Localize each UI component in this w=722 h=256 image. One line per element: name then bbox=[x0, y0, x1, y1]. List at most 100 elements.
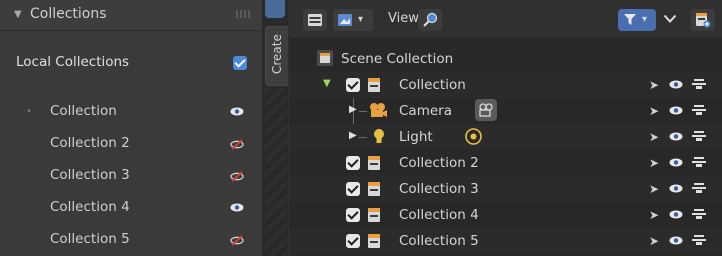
eye-icon bbox=[669, 80, 683, 89]
render-camera-icon bbox=[692, 105, 706, 115]
scene-collection-row[interactable]: Scene Collection bbox=[289, 46, 722, 72]
outliner-row-label: Collection 2 bbox=[399, 155, 479, 171]
filter-icon bbox=[624, 14, 636, 25]
outliner-row-collection[interactable]: Collection 5 ➤ bbox=[289, 228, 722, 254]
tab-active-indicator[interactable] bbox=[265, 0, 285, 18]
collection-icon bbox=[368, 156, 380, 170]
collection-item[interactable]: • Collection bbox=[0, 97, 262, 125]
collection-item[interactable]: Collection 3 bbox=[0, 161, 262, 189]
collection-icon bbox=[368, 182, 380, 196]
outliner-row-collection[interactable]: Collection 3 ➤ bbox=[289, 176, 722, 202]
tab-create[interactable]: Create bbox=[265, 26, 288, 86]
outliner-row-camera[interactable]: ▶ Camera ➤ bbox=[289, 98, 722, 124]
outliner-row-label: Collection 3 bbox=[399, 181, 479, 197]
eye-icon bbox=[669, 158, 683, 167]
scene-collection-label: Scene Collection bbox=[341, 51, 454, 67]
eye-icon bbox=[669, 210, 683, 219]
expand-arrow-icon[interactable]: ▼ bbox=[323, 78, 331, 89]
local-collections-checkbox[interactable] bbox=[233, 56, 247, 70]
local-collections-row: Local Collections bbox=[0, 46, 262, 78]
render-camera-icon bbox=[692, 183, 706, 193]
collection-item[interactable]: Collection 2 bbox=[0, 129, 262, 157]
expand-arrow-icon[interactable]: ▶ bbox=[349, 130, 357, 141]
render-camera-icon bbox=[692, 209, 706, 219]
select-arrow-icon[interactable]: ➤ bbox=[649, 234, 659, 248]
collection-item[interactable]: Collection 4 bbox=[0, 193, 262, 221]
render-camera-icon bbox=[692, 235, 706, 245]
exclude-checkbox[interactable] bbox=[346, 234, 360, 248]
chevron-down-icon: ▾ bbox=[358, 14, 364, 25]
eye-icon[interactable] bbox=[230, 107, 244, 116]
collection-icon bbox=[368, 208, 380, 222]
light-data-icon[interactable] bbox=[464, 127, 483, 146]
exclude-checkbox[interactable] bbox=[346, 208, 360, 222]
editor-type-button[interactable] bbox=[303, 9, 327, 31]
view-menu[interactable]: View bbox=[388, 11, 419, 26]
camera-object-icon bbox=[370, 103, 387, 117]
eye-hidden-icon[interactable] bbox=[230, 171, 244, 182]
render-camera-icon bbox=[692, 131, 706, 141]
eye-icon bbox=[669, 184, 683, 193]
outliner-row-label: Camera bbox=[399, 103, 452, 119]
collection-label: Collection 5 bbox=[50, 231, 130, 247]
chevron-down-icon[interactable] bbox=[663, 14, 677, 24]
outliner-row-label: Collection bbox=[399, 77, 466, 93]
collection-label: Collection 2 bbox=[50, 135, 130, 151]
select-arrow-icon[interactable]: ➤ bbox=[649, 104, 659, 118]
light-object-icon bbox=[374, 129, 384, 143]
camera-data-button[interactable] bbox=[475, 99, 497, 121]
collection-icon bbox=[368, 78, 380, 92]
panel-title: Collections bbox=[30, 6, 107, 22]
collections-panel: ▼ Collections Local Collections • Collec… bbox=[0, 0, 263, 256]
eye-icon bbox=[669, 106, 683, 115]
view-layer-icon bbox=[338, 14, 352, 26]
exclude-checkbox[interactable] bbox=[346, 182, 360, 196]
tree-line bbox=[359, 137, 367, 138]
eye-icon bbox=[669, 236, 683, 245]
outliner-row-collection[interactable]: Collection 4 ➤ bbox=[289, 202, 722, 228]
camera-data-icon bbox=[479, 103, 493, 117]
outliner: ▾ View ▾ Scene Collection ▼ Collection ➤… bbox=[289, 0, 722, 256]
outliner-row-collection[interactable]: Collection 2 ➤ bbox=[289, 150, 722, 176]
exclude-checkbox[interactable] bbox=[346, 156, 360, 170]
outliner-row-label: Light bbox=[399, 129, 433, 145]
chevron-down-icon: ▾ bbox=[642, 14, 648, 25]
collapse-triangle-icon[interactable]: ▼ bbox=[14, 9, 22, 20]
active-dot-icon: • bbox=[26, 106, 32, 117]
scene-collection-icon bbox=[317, 50, 333, 66]
outliner-toolbar: ▾ View ▾ bbox=[289, 0, 722, 39]
tab-create-label: Create bbox=[270, 34, 284, 74]
search-icon bbox=[423, 12, 438, 27]
filter-dropdown[interactable]: ▾ bbox=[618, 9, 656, 31]
render-camera-icon bbox=[692, 157, 706, 167]
select-arrow-icon[interactable]: ➤ bbox=[649, 130, 659, 144]
new-collection-button[interactable] bbox=[691, 9, 715, 31]
outliner-row-collection[interactable]: ▼ Collection ➤ bbox=[289, 72, 722, 98]
search-button[interactable] bbox=[418, 9, 442, 31]
outliner-row-light[interactable]: ▶ Light ➤ bbox=[289, 124, 722, 150]
drag-grip-icon[interactable] bbox=[236, 10, 250, 18]
new-collection-icon bbox=[696, 13, 711, 28]
exclude-checkbox[interactable] bbox=[346, 78, 360, 92]
eye-hidden-icon[interactable] bbox=[230, 139, 244, 150]
outliner-editor-icon bbox=[308, 14, 322, 26]
render-camera-icon bbox=[692, 79, 706, 89]
collections-panel-header[interactable]: ▼ Collections bbox=[0, 0, 262, 31]
expand-arrow-icon[interactable]: ▶ bbox=[349, 104, 357, 115]
eye-icon[interactable] bbox=[230, 203, 244, 212]
select-arrow-icon[interactable]: ➤ bbox=[649, 182, 659, 196]
select-arrow-icon[interactable]: ➤ bbox=[649, 208, 659, 222]
display-mode-dropdown[interactable]: ▾ bbox=[333, 9, 373, 31]
outliner-row-label: Collection 4 bbox=[399, 207, 479, 223]
outliner-row-label: Collection 5 bbox=[399, 233, 479, 249]
select-arrow-icon[interactable]: ➤ bbox=[649, 156, 659, 170]
eye-icon bbox=[669, 132, 683, 141]
collection-label: Collection 4 bbox=[50, 199, 130, 215]
outliner-tree: Scene Collection ▼ Collection ➤ ▶ Camera… bbox=[289, 38, 722, 256]
collection-item[interactable]: Collection 5 bbox=[0, 225, 262, 253]
tree-line bbox=[359, 111, 367, 112]
tab-strip-background bbox=[265, 88, 287, 256]
collection-icon bbox=[368, 234, 380, 248]
eye-hidden-icon[interactable] bbox=[230, 235, 244, 246]
select-arrow-icon[interactable]: ➤ bbox=[649, 78, 659, 92]
